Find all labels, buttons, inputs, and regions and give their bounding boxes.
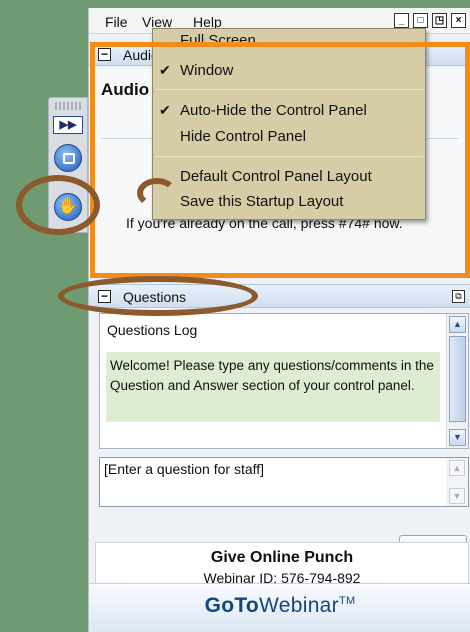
gotowebinar-logo: GoToWebinarTM: [89, 594, 470, 618]
highlight-box: [90, 42, 470, 278]
logo-tm: TM: [338, 595, 356, 607]
question-input-box[interactable]: ▲ ▼: [99, 457, 469, 507]
scroll-down-icon[interactable]: ▼: [449, 429, 466, 446]
logo-goto: GoTo: [204, 594, 260, 617]
hand-annotation-ring: [16, 175, 100, 235]
square-icon: [63, 153, 75, 164]
menu-file[interactable]: File: [105, 14, 128, 30]
close-button[interactable]: ×: [451, 13, 466, 28]
questions-log-scrollbar[interactable]: ▲ ▼: [446, 314, 468, 448]
welcome-message: Welcome! Please type any questions/comme…: [106, 352, 440, 422]
brand-footer: GoToWebinarTM: [89, 583, 470, 632]
questions-log: Questions Log Welcome! Please type any q…: [99, 313, 469, 449]
scroll-up-icon[interactable]: ▲: [449, 460, 465, 476]
screen-view-button[interactable]: [54, 144, 82, 172]
logo-webinar: Webinar: [259, 594, 339, 617]
scroll-thumb[interactable]: [449, 336, 466, 422]
scroll-up-icon[interactable]: ▲: [449, 316, 466, 333]
restore-button[interactable]: ◳: [432, 13, 447, 28]
maximize-button[interactable]: □: [413, 13, 428, 28]
audio-annotation-ring: [137, 178, 177, 208]
questions-annotation-ring: [58, 276, 258, 316]
question-input[interactable]: [104, 461, 434, 477]
grip-dots[interactable]: [55, 102, 81, 110]
scroll-down-icon[interactable]: ▼: [449, 488, 465, 504]
expand-panel-button[interactable]: ▶▶: [53, 116, 83, 134]
question-input-scrollbar[interactable]: ▲ ▼: [446, 458, 468, 506]
minimize-button[interactable]: _: [394, 13, 409, 28]
questions-log-title: Questions Log: [107, 322, 198, 338]
webinar-name: Give Online Punch: [210, 549, 354, 566]
popout-icon[interactable]: ⧉: [452, 290, 465, 303]
